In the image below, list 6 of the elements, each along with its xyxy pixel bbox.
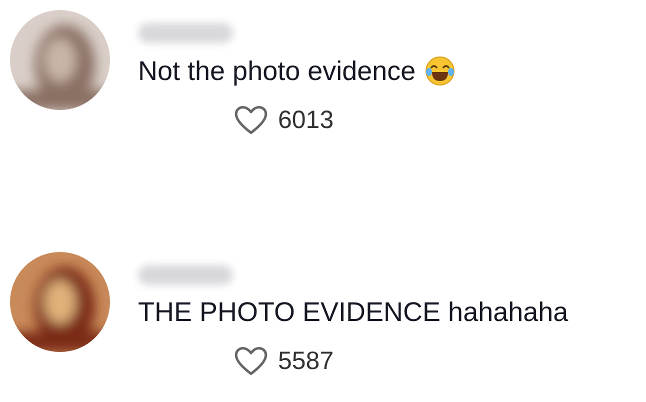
heart-icon[interactable] xyxy=(234,105,268,135)
like-count: 5587 xyxy=(278,346,334,376)
like-count: 6013 xyxy=(278,106,334,134)
heart-icon[interactable] xyxy=(234,346,268,376)
comment-text: THE PHOTO EVIDENCE hahahaha xyxy=(138,297,568,328)
comment-text: Not the photo evidence xyxy=(138,56,416,86)
